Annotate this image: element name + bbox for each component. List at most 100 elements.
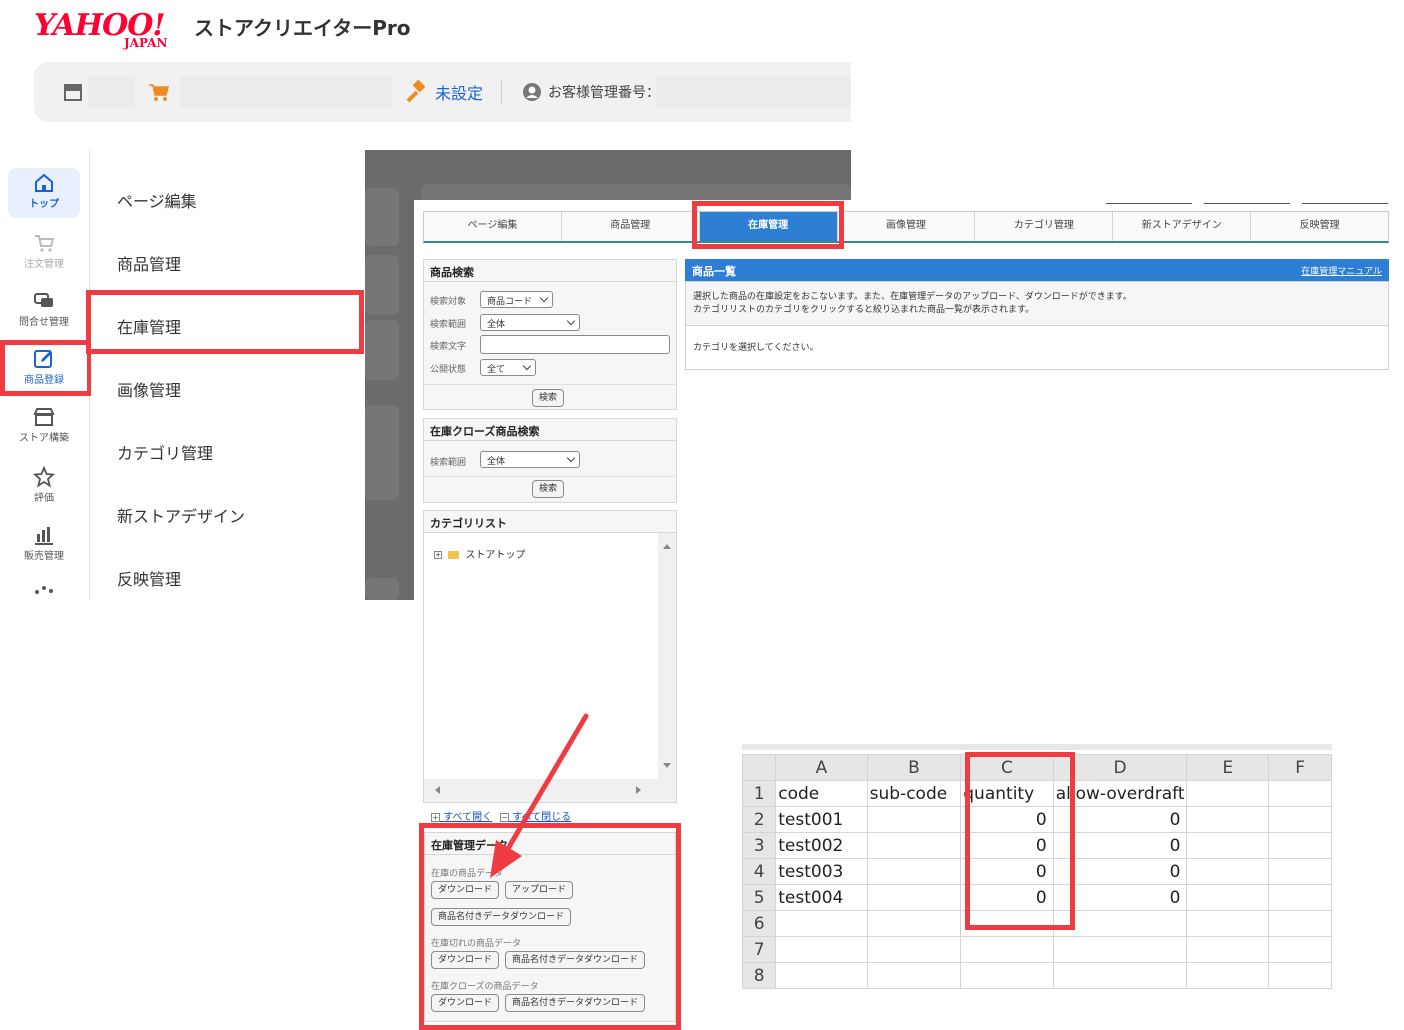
nav-item-sales[interactable]: 販売管理 xyxy=(8,520,80,570)
cell[interactable] xyxy=(1268,962,1332,989)
cell[interactable] xyxy=(1052,936,1188,963)
closed-range-select[interactable]: 全体 xyxy=(480,451,580,468)
cell[interactable] xyxy=(1268,884,1332,911)
nav-item-store-build[interactable]: ストア構築 xyxy=(8,402,80,452)
store-name-field xyxy=(88,76,134,108)
highlight-quantity-column xyxy=(965,752,1075,930)
expand-plus-icon[interactable]: + xyxy=(434,551,442,559)
product-list-description: 選択した商品の在庫設定をおこないます。また、在庫管理データのアップロード、ダウン… xyxy=(686,282,1388,326)
publish-status-select[interactable]: 全て xyxy=(480,359,536,376)
cell[interactable]: test002 xyxy=(775,832,868,859)
row-header[interactable]: 7 xyxy=(741,936,777,963)
nav-item-orders[interactable]: 注文管理 xyxy=(8,228,80,278)
column-header[interactable]: F xyxy=(1268,754,1332,781)
submenu-category-management[interactable]: カテゴリ管理 xyxy=(117,440,213,464)
tab-product-management[interactable]: 商品管理 xyxy=(562,212,700,241)
row-header[interactable]: 4 xyxy=(741,858,777,885)
select-all-corner[interactable] xyxy=(741,754,777,781)
cell[interactable] xyxy=(1268,806,1332,833)
closed-search-button[interactable]: 検索 xyxy=(532,480,565,498)
tab-page-edit[interactable]: ページ編集 xyxy=(424,212,562,241)
search-text-input[interactable] xyxy=(480,335,670,354)
nav-label: ストア構築 xyxy=(19,433,69,444)
tab-category-management[interactable]: カテゴリ管理 xyxy=(975,212,1114,241)
cell[interactable] xyxy=(1052,962,1188,989)
scroll-arrows-icon xyxy=(663,544,671,768)
plus-box-icon: + xyxy=(431,813,440,822)
cell[interactable]: code xyxy=(775,780,868,807)
cell[interactable] xyxy=(866,806,962,833)
bar-chart-icon xyxy=(35,527,53,545)
cell[interactable] xyxy=(1268,910,1332,937)
submenu-new-store-design[interactable]: 新ストアデザイン xyxy=(117,503,245,527)
search-target-select[interactable]: 商品コード xyxy=(480,291,553,308)
cell[interactable] xyxy=(866,858,962,885)
cell[interactable] xyxy=(1268,780,1332,807)
cell[interactable] xyxy=(866,962,962,989)
cell[interactable] xyxy=(1268,858,1332,885)
submenu-page-edit[interactable]: ページ編集 xyxy=(117,188,197,212)
tab-publish-management[interactable]: 反映管理 xyxy=(1251,212,1388,241)
search-button[interactable]: 検索 xyxy=(532,389,565,407)
row-header[interactable]: 3 xyxy=(741,832,777,859)
inventory-manual-link[interactable]: 在庫管理マニュアル xyxy=(1301,264,1382,277)
cell[interactable] xyxy=(960,936,1054,963)
row-header[interactable]: 8 xyxy=(741,962,777,989)
cell[interactable] xyxy=(1186,858,1270,885)
submenu-image-management[interactable]: 画像管理 xyxy=(117,377,181,401)
cell[interactable] xyxy=(866,884,962,911)
cell[interactable] xyxy=(1186,910,1270,937)
cell[interactable]: sub-code xyxy=(866,780,962,807)
tree-node-label: ストアトップ xyxy=(465,550,526,561)
cell[interactable]: test004 xyxy=(775,884,868,911)
nav-item-top[interactable]: トップ xyxy=(8,168,80,218)
search-range-select[interactable]: 全体 xyxy=(480,314,580,331)
background-card xyxy=(365,578,399,600)
background-card xyxy=(365,188,399,246)
column-header[interactable]: E xyxy=(1186,754,1270,781)
yahoo-japan-logo[interactable]: YAHOO! JAPAN xyxy=(34,8,194,52)
row-header[interactable]: 6 xyxy=(741,910,777,937)
cell[interactable]: test001 xyxy=(775,806,868,833)
cell[interactable]: test003 xyxy=(775,858,868,885)
tab-new-store-design[interactable]: 新ストアデザイン xyxy=(1113,212,1252,241)
cell[interactable] xyxy=(1186,780,1270,807)
submenu-product-management[interactable]: 商品管理 xyxy=(117,251,181,275)
tab-image-management[interactable]: 画像管理 xyxy=(838,212,976,241)
cell[interactable] xyxy=(866,910,962,937)
column-header[interactable]: B xyxy=(866,754,962,781)
rule xyxy=(1302,203,1388,204)
cell[interactable] xyxy=(1186,832,1270,859)
auction-status-link[interactable]: 未設定 xyxy=(435,80,483,104)
cell[interactable] xyxy=(1186,936,1270,963)
cell[interactable] xyxy=(775,936,868,963)
cell[interactable] xyxy=(775,962,868,989)
nav-label: 問合せ管理 xyxy=(19,317,69,328)
cell[interactable] xyxy=(775,910,868,937)
cell[interactable] xyxy=(1268,936,1332,963)
nav-item-analytics[interactable] xyxy=(8,578,80,600)
cell[interactable] xyxy=(1186,806,1270,833)
cell[interactable] xyxy=(1186,884,1270,911)
store-icon xyxy=(33,408,55,426)
cell[interactable] xyxy=(866,832,962,859)
cell[interactable] xyxy=(1186,962,1270,989)
cell[interactable] xyxy=(960,962,1054,989)
nav-item-inquiries[interactable]: 問合せ管理 xyxy=(8,286,80,336)
background-card xyxy=(365,320,399,380)
vertical-scrollbar[interactable] xyxy=(658,533,676,779)
tree-node-store-top[interactable]: + ストアトップ xyxy=(434,546,525,561)
cell[interactable] xyxy=(866,936,962,963)
store-url-field xyxy=(180,76,392,108)
row-header[interactable]: 1 xyxy=(741,780,777,807)
line-chart-icon xyxy=(35,586,53,594)
nav-item-reviews[interactable]: 評価 xyxy=(8,462,80,512)
home-icon xyxy=(35,173,53,192)
column-header[interactable]: A xyxy=(775,754,868,781)
cell[interactable] xyxy=(1268,832,1332,859)
red-arrow-icon xyxy=(490,713,589,878)
row-header[interactable]: 2 xyxy=(741,806,777,833)
product-list-header: 商品一覧 在庫管理マニュアル xyxy=(685,259,1389,281)
row-header[interactable]: 5 xyxy=(741,884,777,911)
submenu-publish-management[interactable]: 反映管理 xyxy=(117,566,181,590)
